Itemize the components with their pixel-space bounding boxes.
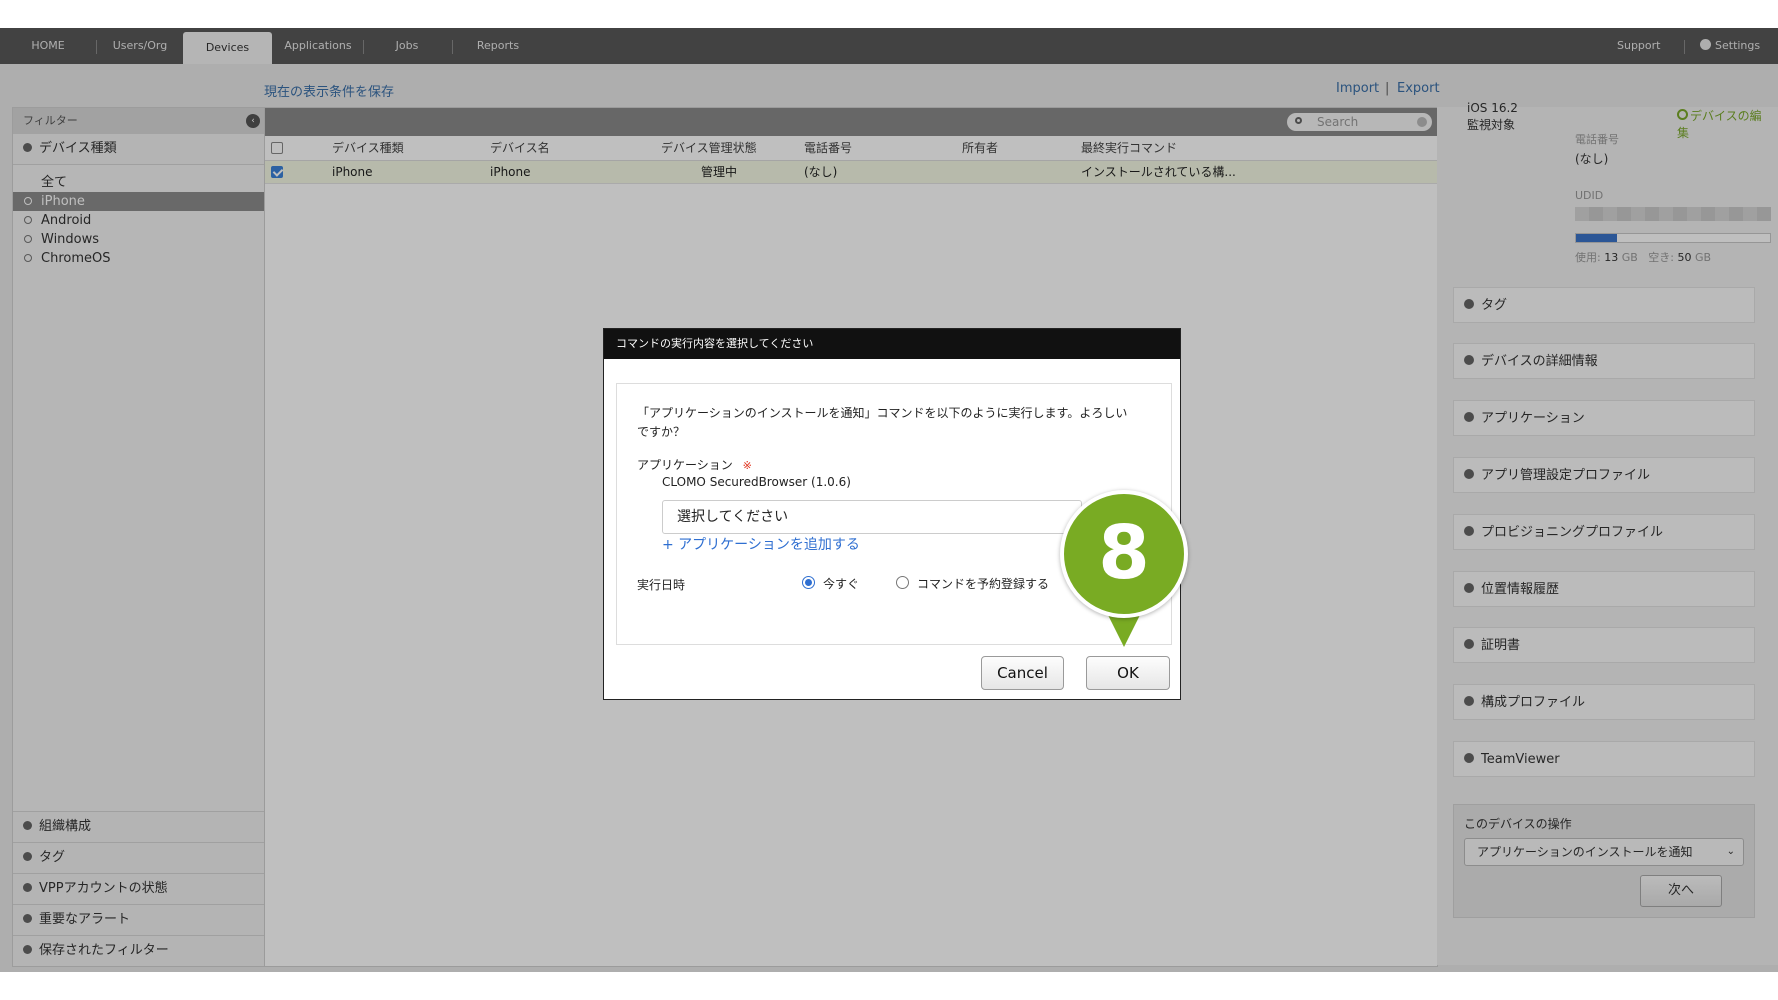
radio-schedule[interactable] xyxy=(896,576,909,589)
application-select-value: 選択してください xyxy=(677,509,789,525)
dialog-message: 「アプリケーションのインストールを通知」コマンドを以下のように実行します。よろし… xyxy=(637,406,1128,439)
application-value: CLOMO SecuredBrowser (1.0.6) xyxy=(662,475,851,489)
option-now-label: 今すぐ xyxy=(823,577,860,591)
required-mark: ※ xyxy=(742,459,752,472)
option-schedule-label: コマンドを予約登録する xyxy=(917,577,1050,591)
dialog-title: コマンドの実行内容を選択してください xyxy=(604,329,1180,359)
execution-date-label: 実行日時 xyxy=(637,578,686,592)
application-select[interactable]: 選択してください xyxy=(662,500,1082,534)
application-label-text: アプリケーション xyxy=(637,458,733,472)
cancel-button[interactable]: Cancel xyxy=(981,656,1064,690)
step-callout: 8 xyxy=(1060,490,1188,618)
add-application-link[interactable]: + アプリケーションを追加する xyxy=(662,534,860,554)
ok-button[interactable]: OK xyxy=(1086,656,1170,690)
radio-now[interactable] xyxy=(802,576,815,589)
application-label: アプリケーション ※ xyxy=(637,456,752,473)
app-page: HOME Users/Org Devices Applications Jobs… xyxy=(0,28,1778,972)
